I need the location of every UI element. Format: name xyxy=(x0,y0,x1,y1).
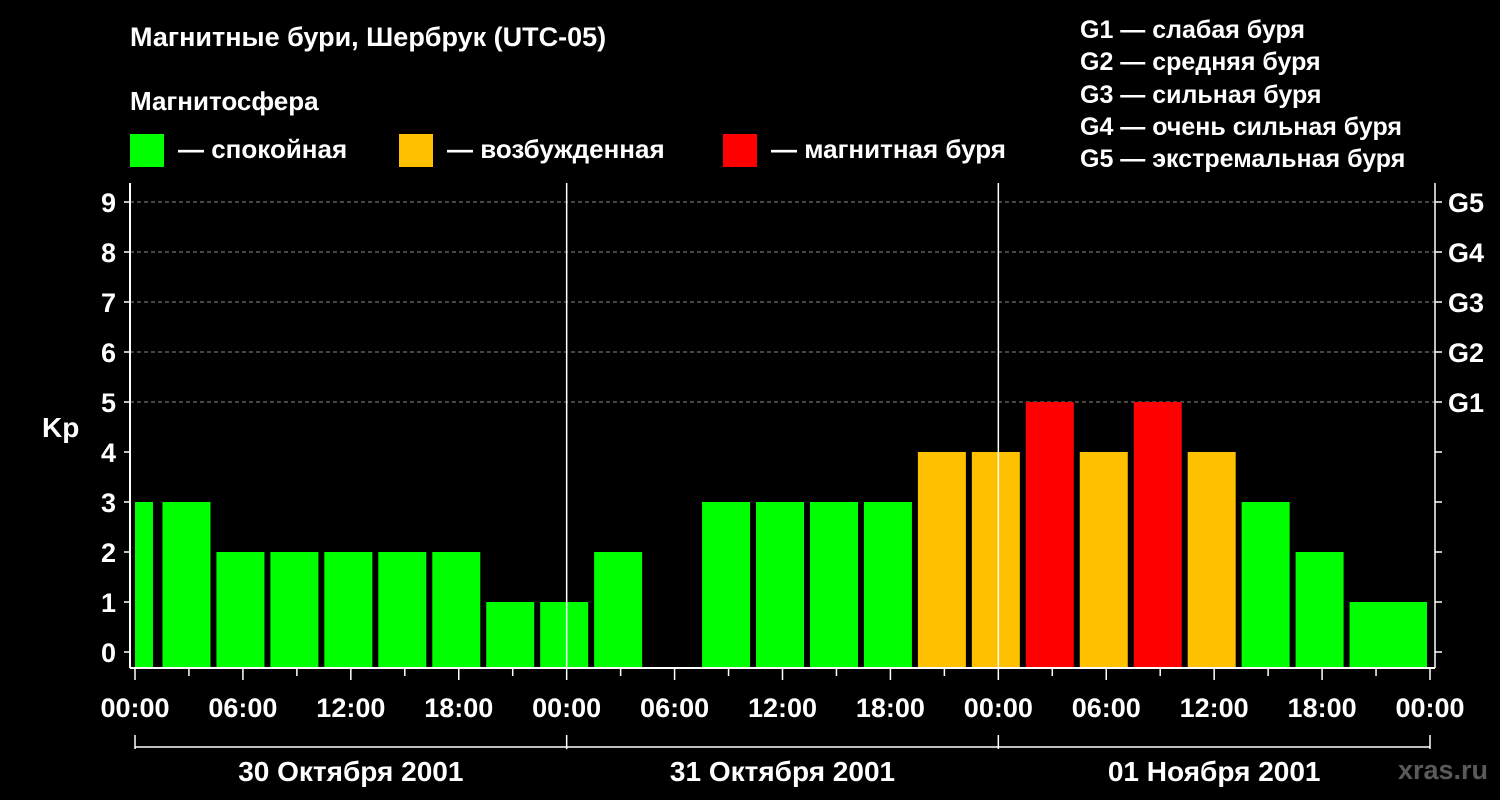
x-tick-label: 12:00 xyxy=(316,693,385,723)
y-tick-label: 3 xyxy=(101,488,116,518)
x-tick-label: 18:00 xyxy=(856,693,925,723)
watermark: xras.ru xyxy=(1397,755,1488,785)
bar xyxy=(486,602,535,668)
x-tick-label: 00:00 xyxy=(964,693,1033,723)
bar xyxy=(1295,552,1344,668)
bar xyxy=(216,552,265,668)
g-level-label: G1 xyxy=(1448,388,1484,418)
x-tick-label: 12:00 xyxy=(748,693,817,723)
bar xyxy=(1079,452,1128,668)
y-tick-label: 0 xyxy=(101,638,116,668)
y-tick-label: 5 xyxy=(101,388,116,418)
y-tick-label: 2 xyxy=(101,538,116,568)
bar xyxy=(324,552,373,668)
bar xyxy=(1025,402,1074,668)
g-level-label: G3 xyxy=(1448,288,1484,318)
y-tick-label: 6 xyxy=(101,338,116,368)
kp-bar-chart: 0 1 2 3 4 5 6 7 8 9 G1 G2 G3 G4 G5 Kp 00:00 06:00 12:00 18:… xyxy=(42,183,1484,787)
bar xyxy=(162,502,211,668)
x-tick-label: 00:00 xyxy=(1395,693,1464,723)
bar xyxy=(135,502,153,668)
date-label: 31 Октября 2001 xyxy=(670,756,895,787)
y-tick-label: 9 xyxy=(101,188,116,218)
bar xyxy=(917,452,966,668)
grid-lines xyxy=(130,201,1435,403)
y-tick-label: 4 xyxy=(101,438,116,468)
bar xyxy=(594,552,643,668)
g-level-label: G4 xyxy=(1448,238,1484,268)
x-tick-label: 06:00 xyxy=(1072,693,1141,723)
date-label: 30 Октября 2001 xyxy=(238,756,463,787)
bar xyxy=(1241,502,1290,668)
x-tick-label: 06:00 xyxy=(640,693,709,723)
bar xyxy=(1187,452,1236,668)
x-tick-label: 00:00 xyxy=(100,693,169,723)
bar xyxy=(432,552,481,668)
axis-labels: 0 1 2 3 4 5 6 7 8 9 G1 G2 G3 G4 G5 Kp 00:00 06:00 12:00 18:… xyxy=(42,188,1484,787)
date-label: 01 Ноября 2001 xyxy=(1108,756,1321,787)
g-level-label: G5 xyxy=(1448,188,1484,218)
y-tick-label: 1 xyxy=(101,588,116,618)
bar xyxy=(270,552,319,668)
bar xyxy=(540,602,589,668)
y-tick-label: 8 xyxy=(101,238,116,268)
x-tick-label: 06:00 xyxy=(208,693,277,723)
x-tick-label: 12:00 xyxy=(1180,693,1249,723)
g-level-label: G2 xyxy=(1448,338,1484,368)
y-tick-label: 7 xyxy=(101,288,116,318)
bars xyxy=(135,402,1427,668)
bar xyxy=(863,502,912,668)
bar xyxy=(809,502,858,668)
x-tick-label: 00:00 xyxy=(532,693,601,723)
bar xyxy=(1390,602,1427,668)
bar xyxy=(756,502,805,668)
bar xyxy=(971,452,1020,668)
x-tick-label: 18:00 xyxy=(1288,693,1357,723)
bar xyxy=(702,502,751,668)
bar xyxy=(1133,402,1182,668)
x-tick-label: 18:00 xyxy=(424,693,493,723)
y-axis-label: Kp xyxy=(42,412,79,443)
bar xyxy=(378,552,427,668)
